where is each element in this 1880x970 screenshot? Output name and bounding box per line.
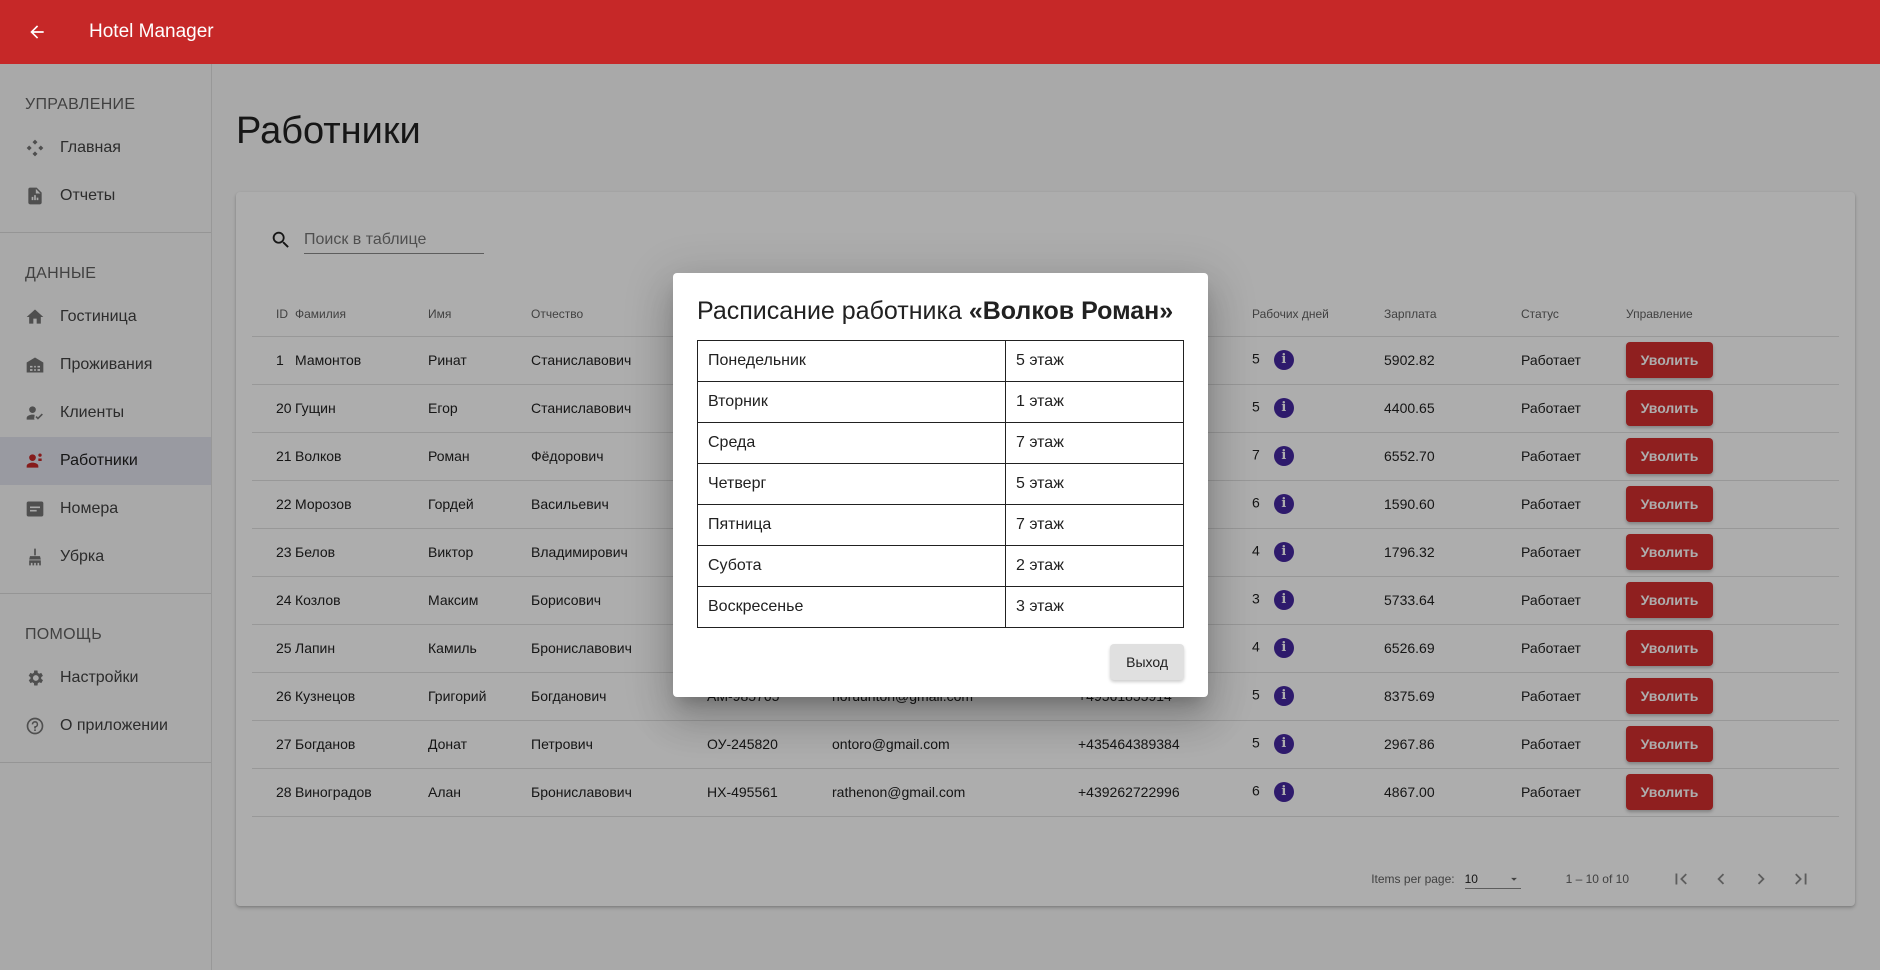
schedule-floor: 3 этаж <box>1005 586 1184 628</box>
schedule-day: Вторник <box>697 381 1006 423</box>
schedule-row: Среда 7 этаж <box>697 422 1184 464</box>
app-toolbar: Hotel Manager <box>0 0 1880 64</box>
schedule-day: Понедельник <box>697 340 1006 382</box>
schedule-day: Воскресенье <box>697 586 1006 628</box>
schedule-dialog: Расписание работника «Волков Роман» Поне… <box>673 273 1208 697</box>
schedule-floor: 7 этаж <box>1005 504 1184 546</box>
dialog-title: Расписание работника «Волков Роман» <box>697 297 1184 326</box>
dialog-title-prefix: Расписание работника <box>697 297 969 325</box>
schedule-row: Четверг 5 этаж <box>697 463 1184 505</box>
schedule-table: Понедельник 5 этаж Вторник 1 этаж Среда 7 эта… <box>697 340 1184 628</box>
schedule-day: Пятница <box>697 504 1006 546</box>
schedule-row: Воскресенье 3 этаж <box>697 586 1184 628</box>
schedule-row: Субота 2 этаж <box>697 545 1184 587</box>
schedule-day: Субота <box>697 545 1006 587</box>
dialog-actions: Выход <box>697 644 1184 680</box>
back-arrow-icon[interactable] <box>5 0 69 64</box>
schedule-row: Пятница 7 этаж <box>697 504 1184 546</box>
schedule-day: Среда <box>697 422 1006 464</box>
exit-button[interactable]: Выход <box>1110 644 1184 680</box>
dialog-title-employee-name: «Волков Роман» <box>968 297 1174 325</box>
schedule-floor: 5 этаж <box>1005 340 1184 382</box>
schedule-row: Вторник 1 этаж <box>697 381 1184 423</box>
schedule-day: Четверг <box>697 463 1006 505</box>
app-title: Hotel Manager <box>89 21 214 42</box>
schedule-row: Понедельник 5 этаж <box>697 340 1184 382</box>
schedule-floor: 7 этаж <box>1005 422 1184 464</box>
schedule-floor: 5 этаж <box>1005 463 1184 505</box>
schedule-floor: 2 этаж <box>1005 545 1184 587</box>
schedule-floor: 1 этаж <box>1005 381 1184 423</box>
